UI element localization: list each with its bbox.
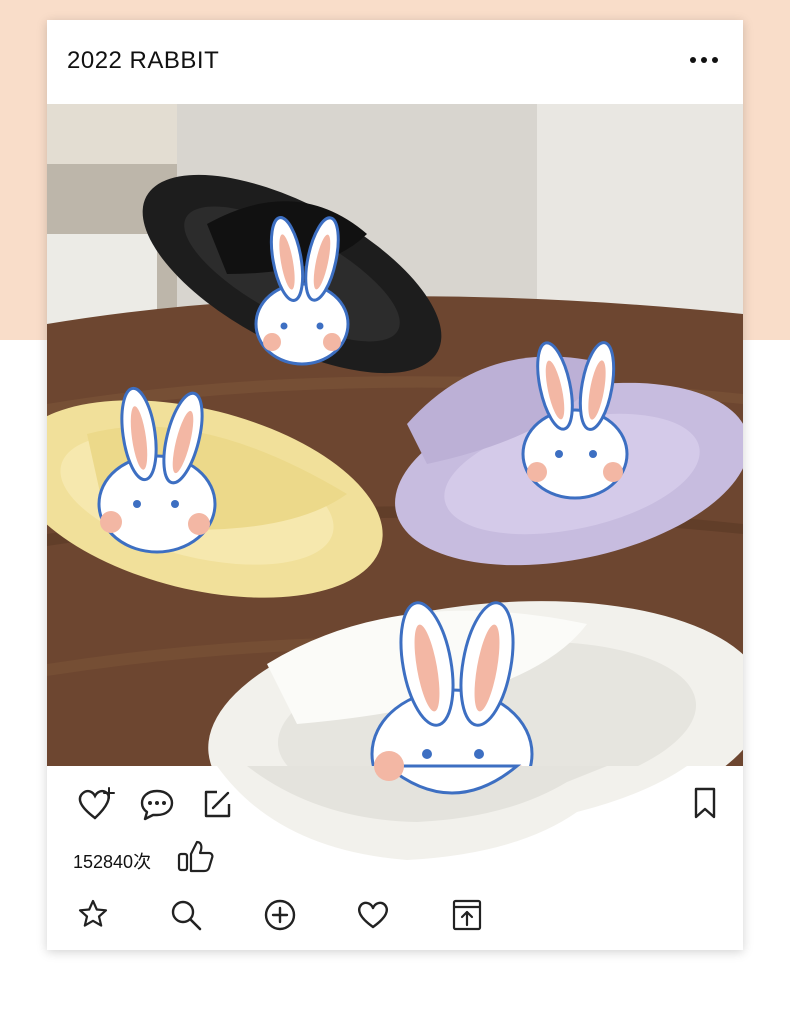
post-title: 2022 RABBIT: [67, 47, 220, 74]
heart-plus-icon[interactable]: [75, 786, 117, 822]
like-count: 152840次: [73, 852, 152, 872]
post-card: 2022 RABBIT 152840次: [47, 20, 743, 950]
post-actions: 152840次: [47, 766, 743, 950]
edit-icon[interactable]: [201, 788, 233, 820]
add-icon[interactable]: [263, 898, 297, 932]
heart-icon[interactable]: [356, 900, 390, 930]
star-icon[interactable]: [77, 898, 109, 930]
more-dots-icon[interactable]: [687, 50, 721, 70]
bookmark-icon[interactable]: [693, 786, 717, 820]
share-upload-icon[interactable]: [451, 898, 483, 932]
search-icon[interactable]: [169, 898, 203, 932]
thumbs-up-icon[interactable]: [177, 838, 215, 874]
post-header: 2022 RABBIT: [47, 20, 743, 104]
comment-icon[interactable]: [139, 788, 175, 822]
